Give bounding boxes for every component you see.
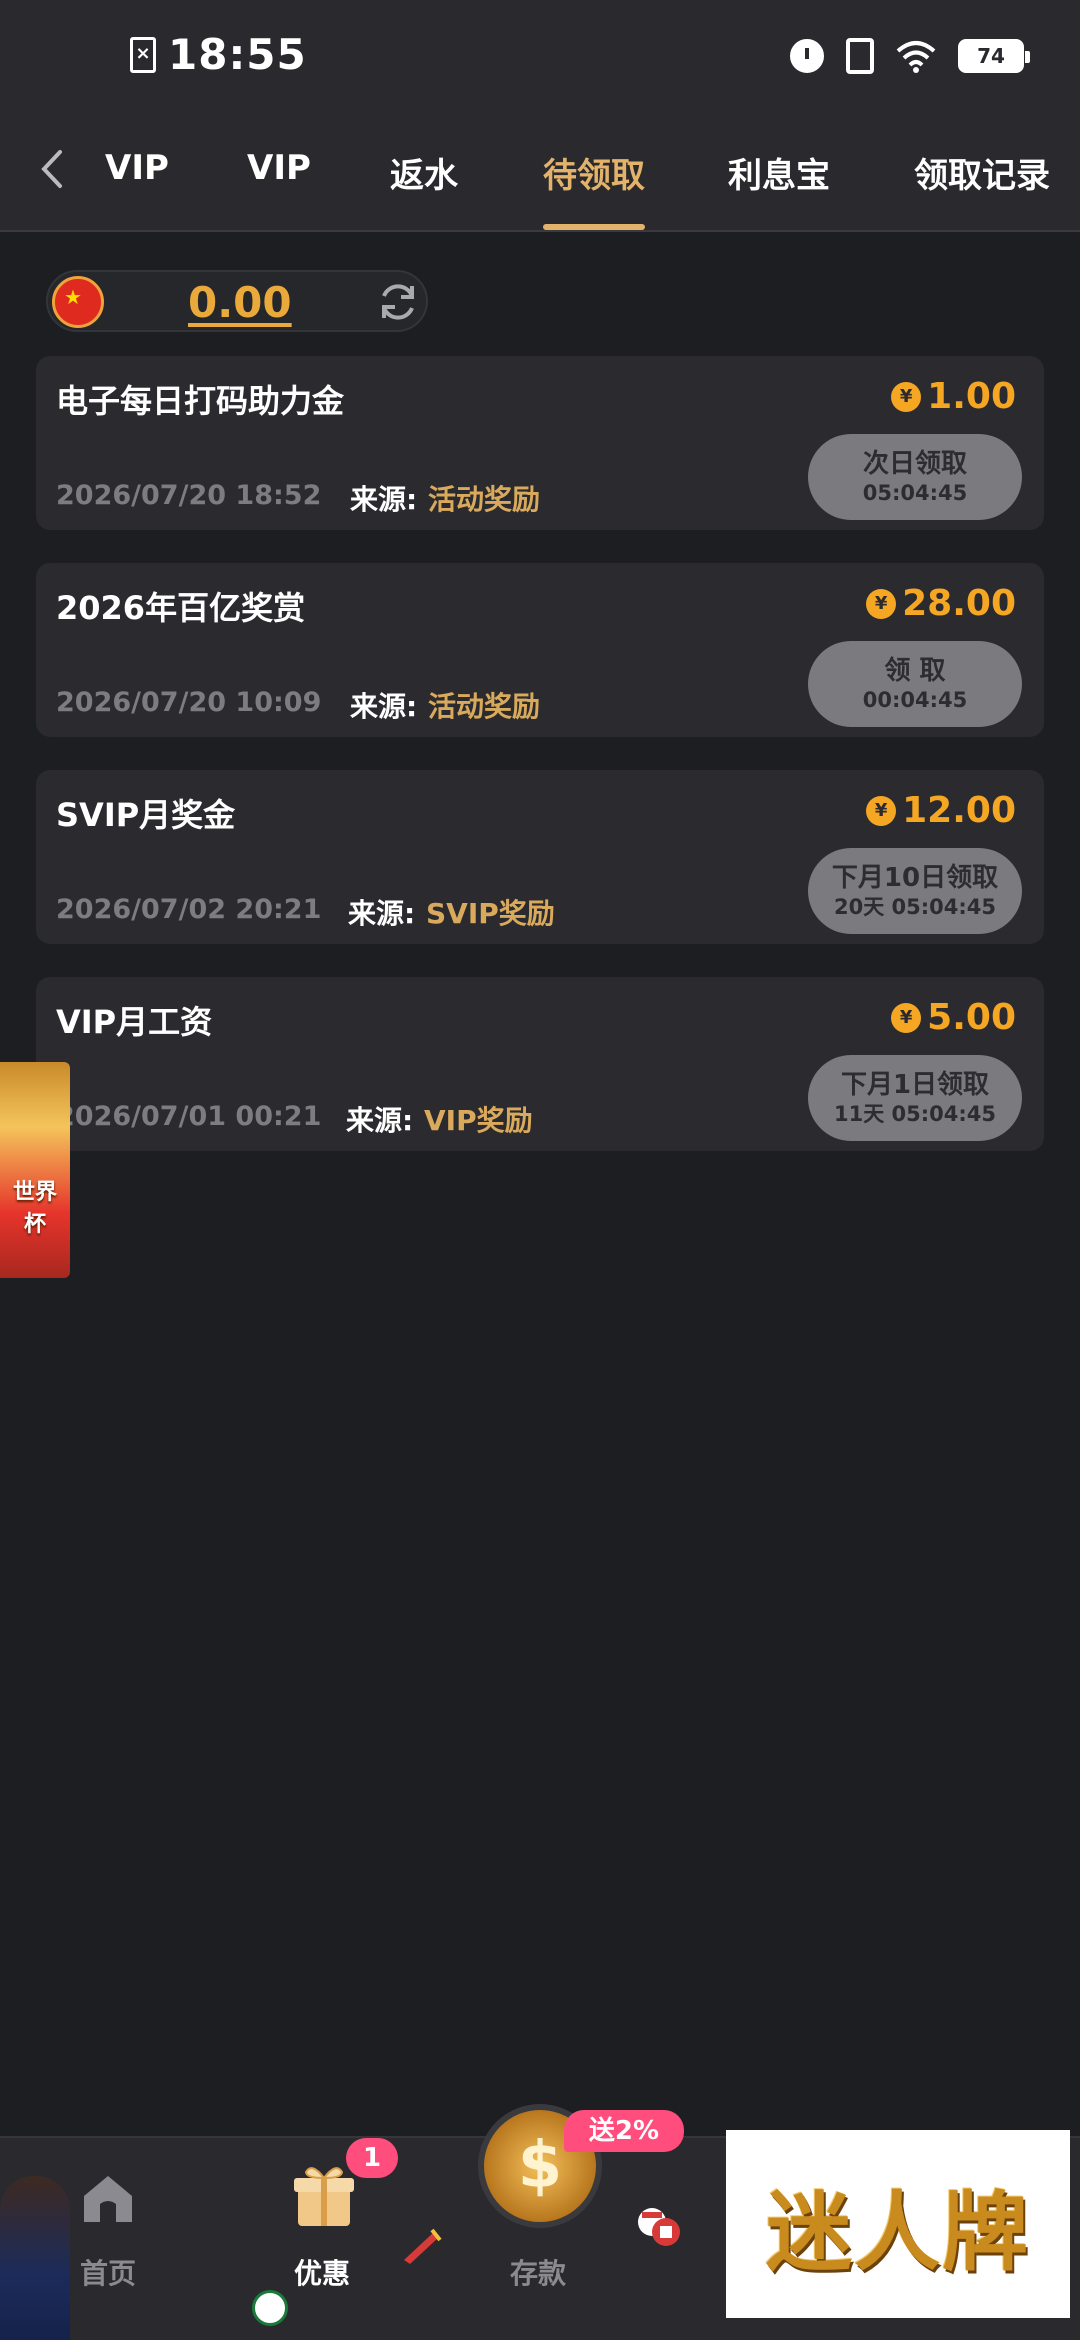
- claim-button[interactable]: 下月1日领取 11天 05:04:45: [808, 1055, 1022, 1141]
- battery-indicator: 74: [958, 39, 1030, 73]
- balance-pill: ★ 0.00: [46, 270, 428, 332]
- claim-countdown: 05:04:45: [862, 481, 968, 505]
- tab-rebate[interactable]: 返水: [390, 148, 458, 197]
- promos-badge: 1: [346, 2138, 398, 2178]
- refresh-icon[interactable]: [374, 278, 422, 326]
- china-flag-icon[interactable]: ★: [52, 276, 104, 328]
- reward-date: 2026/07/20 18:52: [56, 480, 322, 511]
- yuan-coin-icon: ¥: [891, 1002, 922, 1033]
- football-icon: [252, 2290, 288, 2326]
- claim-button-label: 次日领取: [862, 449, 967, 479]
- active-tab-indicator: [543, 224, 645, 230]
- reward-amount: ¥ 1.00: [891, 376, 1016, 417]
- claim-button-label: 领 取: [884, 656, 946, 686]
- back-arrow-icon[interactable]: [30, 144, 80, 194]
- source-label: 来源:: [348, 897, 416, 930]
- yuan-coin-icon: ¥: [866, 588, 897, 619]
- vibrate-icon: [846, 38, 874, 74]
- claim-button-label: 下月10日领取: [831, 863, 999, 893]
- reward-amount: ¥ 5.00: [891, 997, 1016, 1038]
- flags-icon: [638, 2208, 680, 2246]
- horn-icon: [404, 2228, 442, 2264]
- claim-button[interactable]: 次日领取 05:04:45: [808, 434, 1022, 520]
- reward-date: 2026/07/20 10:09: [56, 687, 322, 718]
- no-sim-icon: ×: [130, 36, 156, 73]
- nav-home[interactable]: 首页: [80, 2252, 136, 2292]
- tab-claim-history[interactable]: 领取记录: [914, 148, 1050, 197]
- nav-promos[interactable]: 优惠: [294, 2252, 350, 2292]
- tab-pending[interactable]: 待领取: [543, 148, 645, 197]
- home-icon[interactable]: [80, 2170, 136, 2226]
- nav-deposit[interactable]: 存款: [510, 2252, 566, 2292]
- reward-source: 活动奖励: [428, 483, 541, 516]
- reward-title: VIP月工资: [56, 1003, 213, 1041]
- reward-amount-value: 1.00: [927, 376, 1016, 417]
- status-left: × 18:55: [130, 30, 307, 79]
- alarm-icon: [790, 39, 824, 73]
- reward-amount-value: 28.00: [902, 583, 1016, 624]
- reward-source: 活动奖励: [428, 690, 541, 723]
- reward-amount-value: 12.00: [902, 790, 1016, 831]
- deposit-promo-tag: 送2%: [564, 2110, 684, 2152]
- watermark-text: 迷人牌: [766, 2182, 1030, 2283]
- reward-title: 电子每日打码助力金: [56, 382, 345, 420]
- clock: 18:55: [168, 30, 307, 79]
- reward-date: 2026/07/01 00:21: [56, 1101, 322, 1132]
- reward-amount: ¥ 12.00: [866, 790, 1016, 831]
- reward-card: 电子每日打码助力金 ¥ 1.00 2026/07/20 18:52 来源: 活动…: [36, 356, 1044, 530]
- tab-bar: VIP VIP 返水 待领取 利息宝 领取记录: [0, 120, 1080, 232]
- gift-icon[interactable]: [292, 2162, 356, 2228]
- claim-countdown: 11天 05:04:45: [833, 1102, 996, 1126]
- claim-button-label: 下月1日领取: [840, 1070, 990, 1100]
- status-right: 74: [790, 38, 1030, 74]
- tab-interest[interactable]: 利息宝: [728, 148, 830, 197]
- dollar-icon: $: [517, 2129, 563, 2203]
- claim-button[interactable]: 领 取 00:04:45: [808, 641, 1022, 727]
- world-cup-side-banner[interactable]: 世界杯: [0, 1062, 70, 1278]
- reward-source: SVIP奖励: [426, 897, 555, 930]
- reward-title: 2026年百亿奖赏: [56, 589, 306, 627]
- claim-button[interactable]: 下月10日领取 20天 05:04:45: [808, 848, 1022, 934]
- yuan-coin-icon: ¥: [891, 381, 922, 412]
- claim-countdown: 20天 05:04:45: [833, 895, 996, 919]
- reward-source: VIP奖励: [424, 1104, 533, 1137]
- reward-title: SVIP月奖金: [56, 796, 236, 834]
- reward-card: VIP月工资 ¥ 5.00 2026/07/01 00:21 来源: VIP奖励…: [36, 977, 1044, 1151]
- source-label: 来源:: [350, 690, 418, 723]
- reward-card: 2026年百亿奖赏 ¥ 28.00 2026/07/20 10:09 来源: 活…: [36, 563, 1044, 737]
- yuan-coin-icon: ¥: [866, 795, 897, 826]
- claim-countdown: 00:04:45: [862, 688, 968, 712]
- side-banner-text: 世界杯: [12, 1180, 57, 1237]
- tab-vip[interactable]: VIP: [105, 148, 169, 188]
- source-label: 来源:: [350, 483, 418, 516]
- status-bar: × 18:55 74: [0, 0, 1080, 120]
- tab-vip-2[interactable]: VIP: [247, 148, 311, 188]
- source-label: 来源:: [346, 1104, 414, 1137]
- reward-amount: ¥ 28.00: [866, 583, 1016, 624]
- wifi-icon: [896, 41, 936, 73]
- reward-date: 2026/07/02 20:21: [56, 894, 322, 925]
- balance-value: 0.00: [188, 278, 292, 327]
- watermark-logo: 迷人牌: [726, 2130, 1070, 2318]
- reward-amount-value: 5.00: [927, 997, 1016, 1038]
- player-avatar: [0, 2176, 70, 2340]
- reward-card: SVIP月奖金 ¥ 12.00 2026/07/02 20:21 来源: SVI…: [36, 770, 1044, 944]
